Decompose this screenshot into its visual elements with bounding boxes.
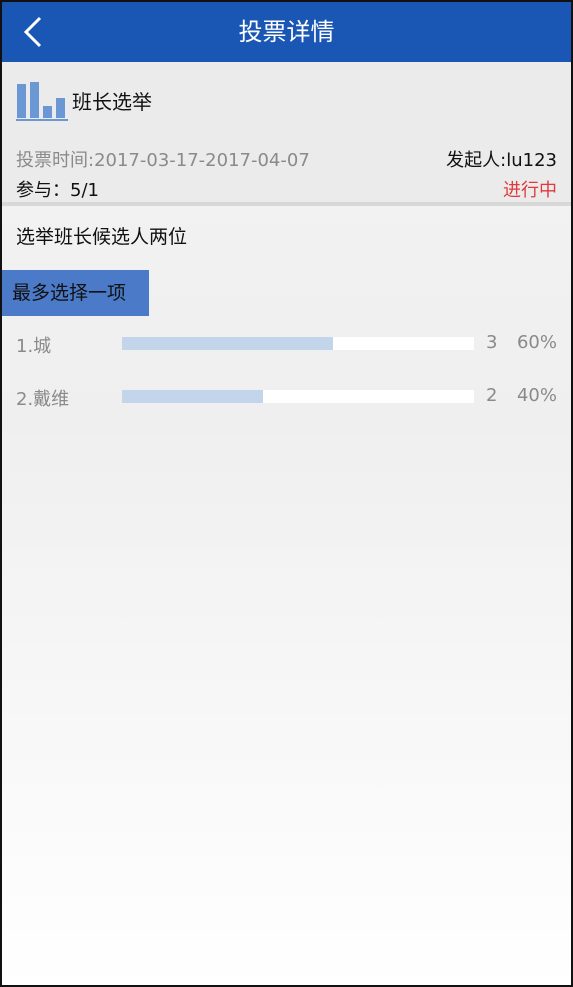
poll-question: 选举班长候选人两位: [16, 226, 188, 248]
status-badge: 进行中: [503, 180, 557, 201]
option-bar-fill: [122, 390, 263, 403]
option-percent: 40%: [516, 385, 557, 406]
option-label: 1.城: [16, 336, 52, 357]
option-vote-count: 2: [486, 385, 498, 406]
initiator: 发起人:lu123: [446, 150, 557, 171]
screen: 投票详情 班长选举 投票时间:2017-03-17-2017-04-07 发起人…: [0, 0, 573, 987]
option-bar-track: [122, 390, 474, 403]
poll-summary: 班长选举 投票时间:2017-03-17-2017-04-07 发起人:lu12…: [2, 62, 571, 202]
page-title: 投票详情: [238, 18, 335, 46]
bar-chart-icon: [16, 82, 68, 121]
poll-title: 班长选举: [72, 90, 152, 114]
option-vote-count: 3: [486, 332, 498, 353]
choice-rule-badge: 最多选择一项: [2, 270, 149, 316]
divider: [2, 202, 571, 206]
vote-time: 投票时间:2017-03-17-2017-04-07: [16, 150, 310, 171]
option-bar-track: [122, 337, 474, 350]
top-bar: 投票详情: [2, 2, 571, 62]
option-row[interactable]: 1.城 3 60%: [2, 330, 571, 360]
option-percent: 60%: [516, 332, 557, 353]
option-label: 2.戴维: [16, 389, 70, 410]
participation-count: 参与：5/1: [16, 180, 99, 201]
option-row[interactable]: 2.戴维 2 40%: [2, 383, 571, 413]
option-bar-fill: [122, 337, 334, 350]
